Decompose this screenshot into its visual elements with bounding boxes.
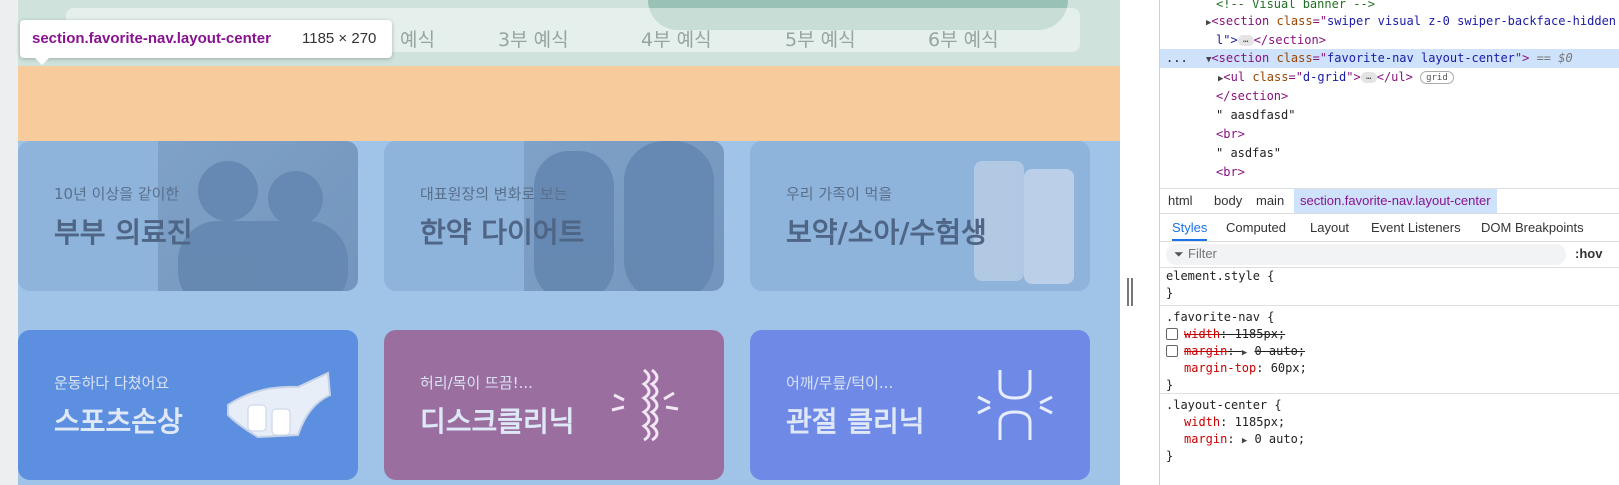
filter-bar: ⏷ :hov <box>1160 242 1619 268</box>
grid-badge[interactable]: grid <box>1420 71 1454 84</box>
property-width[interactable]: width: 1185px; <box>1184 326 1285 343</box>
rule-favorite-nav: .favorite-nav { width: 1185px; margin: ▶… <box>1160 308 1619 394</box>
dom-node-swiper-cont[interactable]: l">… </section> <box>1160 31 1619 50</box>
banner-tab[interactable]: 5부 예식 <box>785 25 856 52</box>
dom-text-node[interactable]: " asdfas" <box>1160 144 1619 163</box>
breadcrumb-body[interactable]: body <box>1214 189 1242 213</box>
banner-tab[interactable]: 4부 예식 <box>641 25 712 52</box>
hov-toggle[interactable]: :hov <box>1575 246 1602 261</box>
banner-tab[interactable]: 3부 예식 <box>498 25 569 52</box>
breadcrumb-section[interactable]: section.favorite-nav.layout-center <box>1294 189 1497 213</box>
breadcrumb-main[interactable]: main <box>1256 189 1284 213</box>
nav-card-diet[interactable]: 대표원장의 변화로 보는 한약 다이어트 <box>384 141 724 291</box>
card-subtitle: 어깨/무릎/턱이... <box>786 374 894 392</box>
card-subtitle: 우리 가족이 먹을 <box>786 185 893 203</box>
rule-selector[interactable]: element.style { <box>1166 268 1274 285</box>
banner-tab[interactable]: 6부 예식 <box>928 25 999 52</box>
splitter-grip-icon[interactable] <box>1127 278 1133 306</box>
cast-boot-icon <box>227 371 332 439</box>
card-title: 스포츠손상 <box>54 405 183 438</box>
panel-splitter[interactable] <box>1120 0 1160 485</box>
page-viewport: 예식 3부 예식 4부 예식 5부 예식 6부 예식 10년 이상을 같이한 부… <box>0 0 1120 485</box>
card-subtitle: 대표원장의 변화로 보는 <box>420 185 568 203</box>
margin-highlight-overlay <box>18 66 1120 141</box>
styles-tab-bar: Styles Computed Layout Event Listeners D… <box>1160 214 1619 242</box>
tab-dom-breakpoints[interactable]: DOM Breakpoints <box>1481 214 1584 241</box>
tooltip-selector: section.favorite-nav.layout-center <box>32 30 271 47</box>
nav-card-tonic[interactable]: 우리 가족이 먹을 보약/소아/수험생 <box>750 141 1090 291</box>
dom-node-swiper[interactable]: ▶<section class="swiper visual z-0 swipe… <box>1160 12 1619 31</box>
card-title: 디스크클리닉 <box>420 405 575 438</box>
rule-selector[interactable]: .favorite-nav { <box>1166 309 1274 326</box>
ellipsis-icon[interactable]: … <box>1360 72 1377 83</box>
card-subtitle: 10년 이상을 같이한 <box>54 185 180 203</box>
property-margin[interactable]: margin: ▶ 0 auto; <box>1184 431 1305 448</box>
card-title: 부부 의료진 <box>54 216 193 249</box>
devtools-panel: <!-- Visual banner --> ▶<section class="… <box>1160 0 1619 485</box>
screen: 예식 3부 예식 4부 예식 5부 예식 6부 예식 10년 이상을 같이한 부… <box>0 0 1619 485</box>
tooltip-size: 1185 × 270 <box>302 30 377 47</box>
rule-close: } <box>1166 286 1174 300</box>
nav-card-disc-clinic[interactable]: 허리/목이 뜨끔!... 디스크클리닉 <box>384 330 724 480</box>
page-gutter <box>0 0 18 485</box>
nav-card-joint-clinic[interactable]: 어깨/무릎/턱이... 관절 클리닉 <box>750 330 1090 480</box>
nav-card-couple-doctors[interactable]: 10년 이상을 같이한 부부 의료진 <box>18 141 358 291</box>
card-title: 관절 클리닉 <box>786 405 925 438</box>
inspector-tooltip: section.favorite-nav.layout-center 1185 … <box>20 20 392 58</box>
filter-funnel-icon: ⏷ <box>1174 247 1184 261</box>
joint-icon <box>977 370 1053 440</box>
card-subtitle: 허리/목이 뜨끔!... <box>420 374 533 392</box>
card-title: 한약 다이어트 <box>420 216 585 249</box>
tab-event-listeners[interactable]: Event Listeners <box>1371 214 1461 241</box>
dom-br[interactable]: <br> <box>1160 163 1619 182</box>
breadcrumb-html[interactable]: html <box>1168 189 1193 213</box>
rule-layout-center: .layout-center { width: 1185px; margin: … <box>1160 396 1619 466</box>
dom-text-node[interactable]: " aasdfasd" <box>1160 106 1619 125</box>
rule-element-style: element.style { } <box>1160 268 1619 306</box>
dom-node-ul[interactable]: ▶<ul class="d-grid">… </ul> grid <box>1160 68 1619 87</box>
tab-styles[interactable]: Styles <box>1172 214 1208 241</box>
dom-close-section[interactable]: </section> <box>1160 87 1619 106</box>
rule-close: } <box>1166 449 1174 463</box>
banner-tab[interactable]: 예식 <box>400 25 435 52</box>
tab-layout[interactable]: Layout <box>1310 214 1349 241</box>
nav-card-sports-injury[interactable]: 운동하다 다쳤어요 스포츠손상 <box>18 330 358 480</box>
breadcrumb: html body main section.favorite-nav.layo… <box>1160 188 1619 214</box>
dom-node-favorite-nav-selected[interactable]: ... ▼<section class="favorite-nav layout-… <box>1160 49 1619 68</box>
property-margin[interactable]: margin: ▶ 0 auto; <box>1184 343 1305 360</box>
property-checkbox[interactable] <box>1166 328 1178 340</box>
property-checkbox[interactable] <box>1166 345 1178 357</box>
tooltip-arrow <box>34 57 50 65</box>
rule-close: } <box>1166 378 1174 392</box>
tab-computed[interactable]: Computed <box>1226 214 1286 241</box>
rule-selector[interactable]: .layout-center { <box>1166 397 1282 414</box>
dom-tree: <!-- Visual banner --> ▶<section class="… <box>1160 0 1619 188</box>
spine-icon <box>611 368 679 442</box>
filter-input[interactable] <box>1188 244 1548 262</box>
card-subtitle: 운동하다 다쳤어요 <box>54 374 170 392</box>
property-margin-top[interactable]: margin-top: 60px; <box>1184 360 1307 377</box>
ellipsis-icon[interactable]: … <box>1237 35 1254 46</box>
property-width[interactable]: width: 1185px; <box>1184 414 1285 431</box>
dom-br[interactable]: <br> <box>1160 125 1619 144</box>
card-title: 보약/소아/수험생 <box>786 216 987 249</box>
